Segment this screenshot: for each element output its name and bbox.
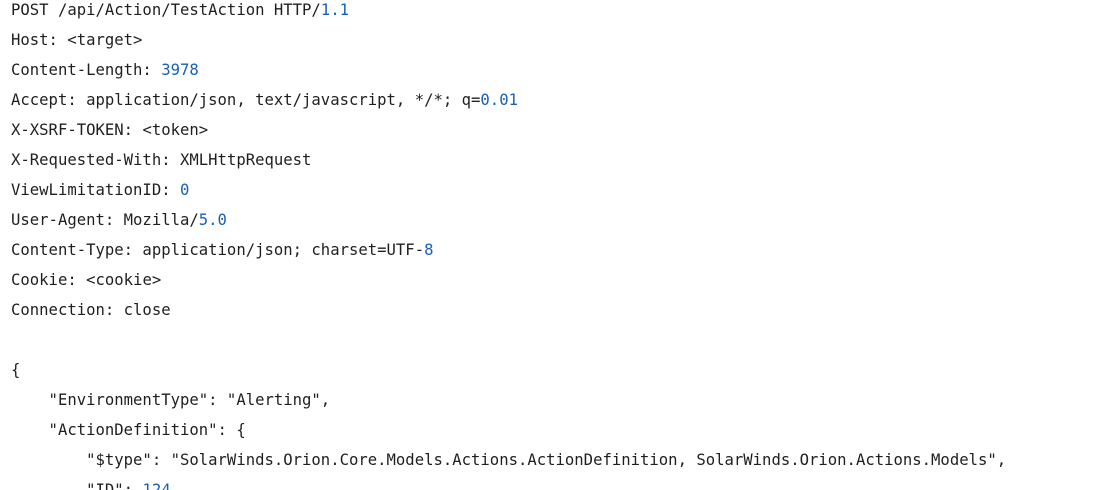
header-content-type-charset-number: 8 xyxy=(424,241,434,259)
header-view-limitation-value: 0 xyxy=(180,181,190,199)
http-request-code-view: POST /api/Action/TestAction HTTP/1.1 Host… xyxy=(0,0,1111,490)
header-cookie-name: Cookie: xyxy=(11,271,87,289)
header-user-agent-text: User-Agent: Mozilla/ xyxy=(11,211,199,229)
header-view-limitation-name: ViewLimitationID: xyxy=(11,181,180,199)
id-key-text: "ID": xyxy=(11,481,143,490)
open-brace-text: { xyxy=(11,361,21,379)
type-text: "$type": "SolarWinds.Orion.Core.Models.A… xyxy=(11,451,1007,469)
header-requested-with: X-Requested-With: XMLHttpRequest xyxy=(11,145,1111,175)
header-cookie-value: <cookie> xyxy=(86,271,162,289)
header-accept-q-value: 0.01 xyxy=(480,91,518,109)
header-accept: Accept: application/json, text/javascrip… xyxy=(11,85,1111,115)
header-content-length-value: 3978 xyxy=(161,61,199,79)
header-xsrf-value: <token> xyxy=(142,121,209,139)
header-user-agent-version: 5.0 xyxy=(198,211,227,229)
header-requested-with-name: X-Requested-With: xyxy=(11,151,180,169)
header-host-value: <target> xyxy=(67,31,143,49)
header-cookie: Cookie: <cookie> xyxy=(11,265,1111,295)
header-connection: Connection: close xyxy=(11,295,1111,325)
header-xsrf-name: X-XSRF-TOKEN: xyxy=(11,121,143,139)
environment-type-text: "EnvironmentType": "Alerting", xyxy=(11,391,331,409)
header-connection-text: Connection: close xyxy=(11,301,171,319)
header-content-length: Content-Length: 3978 xyxy=(11,55,1111,85)
header-host: Host: <target> xyxy=(11,25,1111,55)
header-requested-with-value: XMLHttpRequest xyxy=(180,151,312,169)
body-open-brace: { xyxy=(11,355,1111,385)
header-content-type: Content-Type: application/json; charset=… xyxy=(11,235,1111,265)
body-environment-type: "EnvironmentType": "Alerting", xyxy=(11,385,1111,415)
body-action-definition: "ActionDefinition": { xyxy=(11,415,1111,445)
header-user-agent: User-Agent: Mozilla/5.0 xyxy=(11,205,1111,235)
body-id: "ID": 124 xyxy=(11,475,1111,490)
code-block: POST /api/Action/TestAction HTTP/1.1 Host… xyxy=(0,0,1111,490)
header-xsrf-token: X-XSRF-TOKEN: <token> xyxy=(11,115,1111,145)
action-definition-text: "ActionDefinition": { xyxy=(11,421,246,439)
header-content-type-text: Content-Type: application/json; charset=… xyxy=(11,241,425,259)
header-view-limitation-id: ViewLimitationID: 0 xyxy=(11,175,1111,205)
header-host-name: Host: xyxy=(11,31,68,49)
http-version-number: 1.1 xyxy=(320,1,349,19)
id-value-number: 124 xyxy=(142,481,171,490)
body-type: "$type": "SolarWinds.Orion.Core.Models.A… xyxy=(11,445,1111,475)
request-method-path: POST /api/Action/TestAction HTTP/ xyxy=(11,1,321,19)
request-line: POST /api/Action/TestAction HTTP/1.1 xyxy=(11,0,1111,25)
header-content-length-name: Content-Length: xyxy=(11,61,162,79)
header-accept-text: Accept: application/json, text/javascrip… xyxy=(11,91,481,109)
